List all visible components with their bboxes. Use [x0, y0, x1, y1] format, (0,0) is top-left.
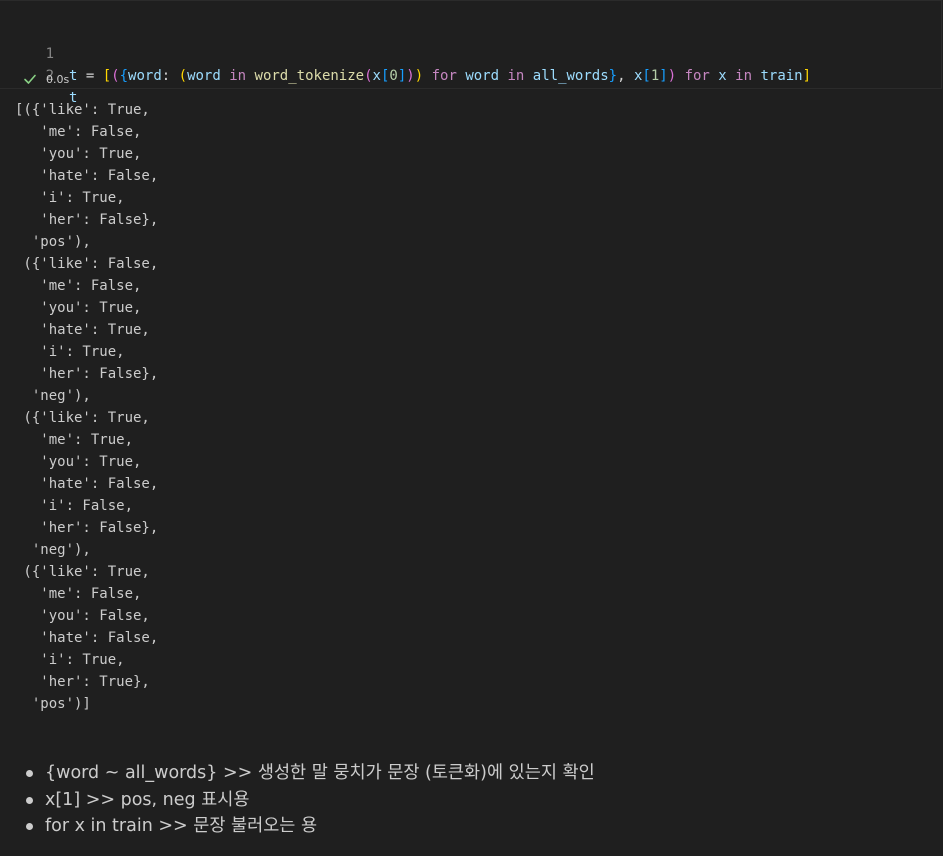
- code-cell[interactable]: 1 t = [({word: (word in word_tokenize(x[…: [0, 0, 942, 106]
- execution-time: 0.0s: [46, 72, 70, 86]
- list-item: x[1] >> pos, neg 표시용: [22, 787, 595, 814]
- code-line-1: 1 t = [({word: (word in word_tokenize(x[…: [0, 21, 812, 84]
- code-line-2: 2 t: [0, 43, 78, 106]
- cell-output: [({'like': True, 'me': False, 'you': Tru…: [15, 102, 159, 712]
- markdown-list: {word ~ all_words} >> 생성한 말 뭉치가 문장 (토큰화)…: [22, 760, 595, 840]
- line-number: 1: [45, 46, 54, 62]
- execution-status: 0.0s: [22, 71, 69, 87]
- check-icon: [24, 74, 36, 84]
- list-item: for x in train >> 문장 불러오는 용: [22, 813, 595, 840]
- list-item: {word ~ all_words} >> 생성한 말 뭉치가 문장 (토큰화)…: [22, 760, 595, 787]
- code-text[interactable]: t = [({word: (word in word_tokenize(x[0]…: [69, 65, 811, 87]
